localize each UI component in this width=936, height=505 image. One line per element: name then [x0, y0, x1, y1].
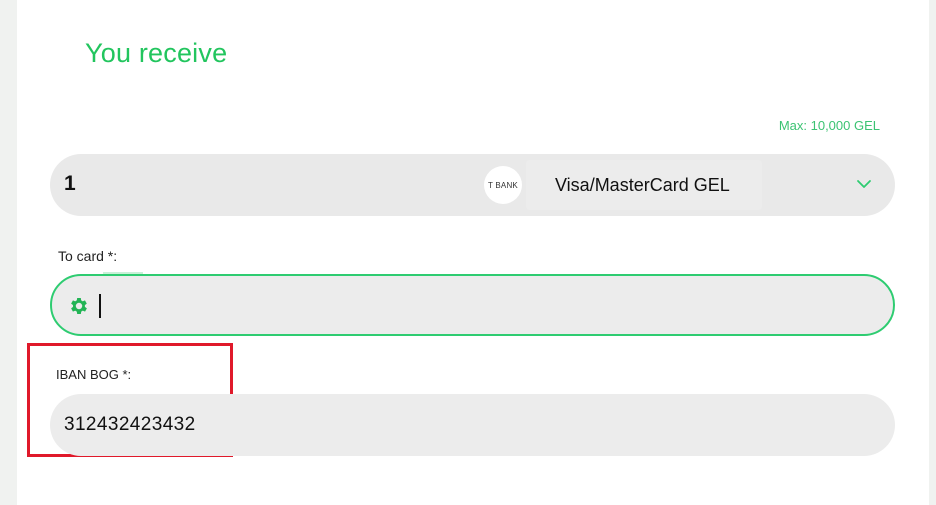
max-limit-label: Max: 10,000 GEL [778, 118, 880, 133]
amount-field[interactable]: 1 T BANK Visa/MasterCard GEL [50, 154, 895, 216]
amount-value[interactable]: 1 [64, 172, 76, 196]
section-title: You receive [85, 38, 228, 68]
text-caret [99, 294, 101, 318]
currency-select[interactable]: Visa/MasterCard GEL [526, 160, 762, 210]
iban-value: 312432423432 [64, 414, 196, 435]
to-card-label: To card *: [58, 248, 118, 264]
iban-input[interactable]: 312432423432 [50, 394, 895, 456]
gear-icon[interactable] [68, 295, 90, 317]
bank-logo: T BANK [484, 166, 522, 204]
currency-select-label: Visa/MasterCard GEL [555, 175, 730, 195]
chevron-down-icon[interactable] [856, 176, 872, 192]
iban-label: IBAN BOG *: [56, 367, 132, 382]
to-card-input[interactable] [50, 274, 895, 336]
bank-logo-text: T BANK [488, 180, 518, 190]
